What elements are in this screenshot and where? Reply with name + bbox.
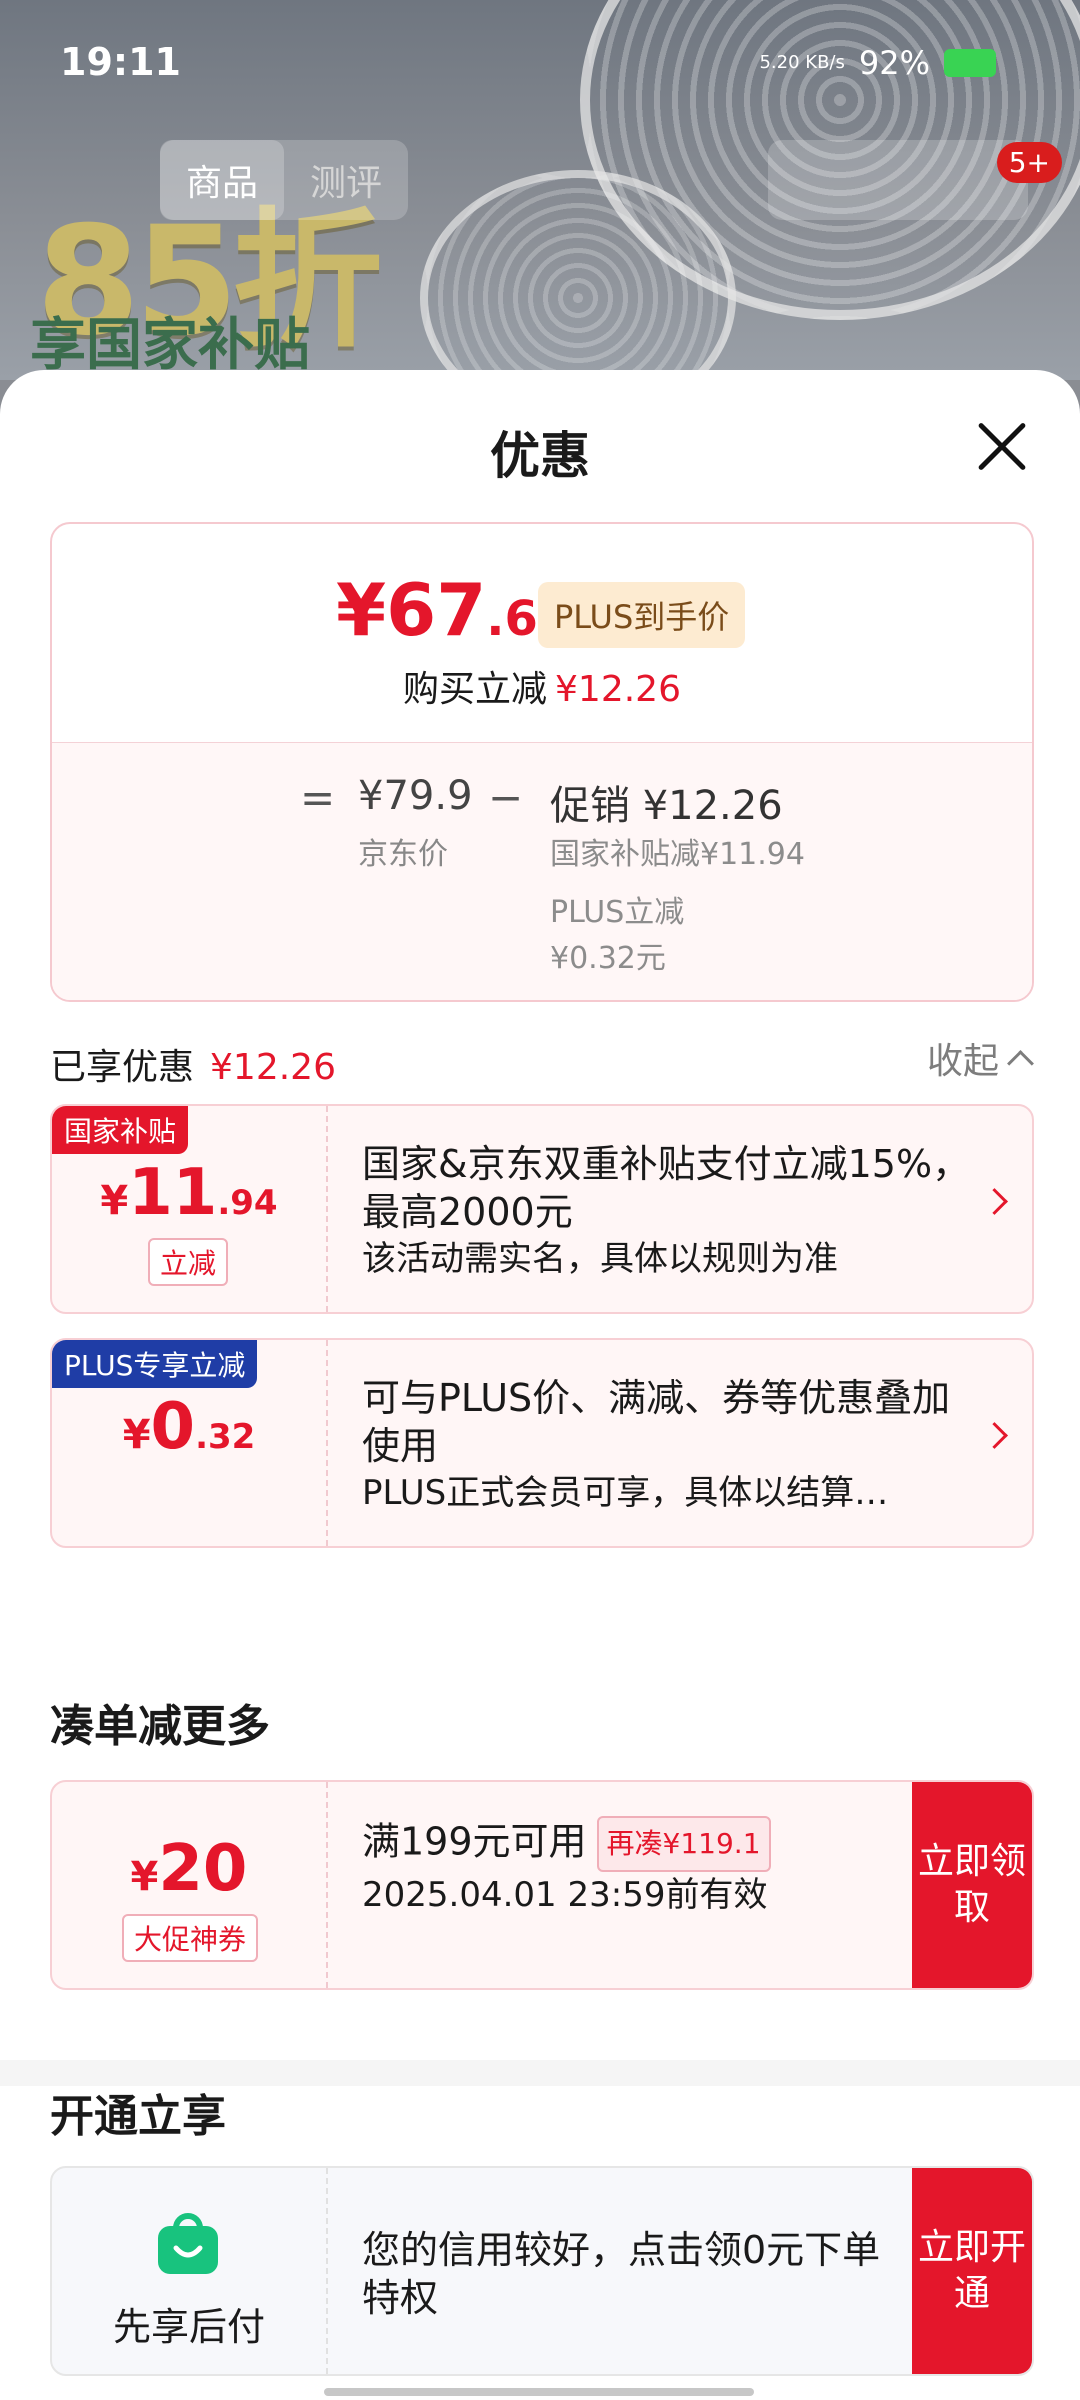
enable-button[interactable]: 立即开通 — [912, 2168, 1032, 2374]
pay-later-left: 先享后付 — [52, 2168, 328, 2374]
coupon-sub-tag: 大促神券 — [122, 1914, 259, 1962]
coupon-amount: ¥0.32 — [122, 1390, 256, 1464]
add-more-tag: 再凑¥119.1 — [596, 1816, 771, 1872]
network-speed: 5.20 KB/s — [759, 52, 845, 73]
battery-icon — [944, 49, 996, 77]
claim-button[interactable]: 立即领取 — [912, 1782, 1032, 1988]
battery-percent: 92% — [858, 44, 930, 82]
shopping-bag-icon — [158, 2213, 218, 2274]
national-subsidy-card[interactable]: 国家补贴 ¥11.94 立减 国家&京东双重补贴支付立减15%，最高2000元 … — [50, 1104, 1034, 1314]
pay-later-content: 您的信用较好，点击领0元下单特权 — [362, 2226, 892, 2322]
coupon-tag: 国家补贴 — [52, 1106, 189, 1154]
coupon-content: 可与PLUS价、满减、券等优惠叠加使用 PLUS正式会员可享，具体以结算… — [362, 1374, 972, 1516]
status-bar: 19:11 5.20 KB/s 92% — [0, 0, 1080, 120]
tab-product[interactable]: 商品 — [160, 140, 284, 220]
equals-sign: = — [300, 773, 336, 822]
minus-sign: − — [488, 773, 524, 822]
plus-final-price-tag: PLUS到手价 — [538, 582, 746, 648]
coupon-title: 满199元可用 再凑¥119.1 — [362, 1816, 892, 1872]
close-icon[interactable] — [974, 418, 1030, 474]
coupon-amount: ¥11.94 — [100, 1156, 278, 1230]
plus-detail-amount: ¥0.32元 — [550, 941, 666, 976]
coupon-left: ¥20 大促神券 — [52, 1782, 328, 1988]
final-price: ¥67.64 — [336, 568, 572, 652]
price-summary-card: ¥67.64 PLUS到手价 购买立减 ¥12.26 = ¥79.9 京东价 − … — [50, 522, 1034, 1002]
enjoyed-discount: 已享优惠 ¥12.26 — [50, 1047, 336, 1088]
coupon-validity: 2025.04.01 23:59前有效 — [362, 1875, 768, 1915]
promo-total: 促销 ¥12.26 — [550, 783, 783, 829]
message-badge: 5+ — [996, 142, 1062, 183]
subsidy-detail: 国家补贴减¥11.94 — [550, 837, 805, 872]
promo-coupon-card[interactable]: ¥20 大促神券 满199元可用 再凑¥119.1 2025.04.01 23:5… — [50, 1780, 1034, 1990]
more-discount-title: 凑单减更多 — [50, 1701, 270, 1752]
chevron-up-icon — [1007, 1049, 1034, 1077]
coupon-content: 满199元可用 再凑¥119.1 2025.04.01 23:59前有效 — [362, 1816, 892, 1918]
plus-exclusive-card[interactable]: PLUS专享立减 ¥0.32 可与PLUS价、满减、券等优惠叠加使用 PLUS正… — [50, 1338, 1034, 1548]
coupon-title: 可与PLUS价、满减、券等优惠叠加使用 — [362, 1376, 951, 1468]
plus-detail-label: PLUS立减 — [550, 895, 685, 930]
coupon-amount: ¥20 — [130, 1832, 248, 1906]
chevron-right-icon — [981, 1188, 1008, 1215]
status-indicators: 5.20 KB/s 92% — [759, 44, 996, 82]
home-indicator[interactable] — [324, 2388, 754, 2396]
chevron-right-icon — [981, 1422, 1008, 1449]
enable-title: 开通立享 — [50, 2091, 226, 2142]
discount-sheet: 优惠 ¥67.64 PLUS到手价 购买立减 ¥12.26 = ¥79.9 京东价… — [0, 370, 1080, 2400]
coupon-title: 国家&京东双重补贴支付立减15%，最高2000元 — [362, 1142, 971, 1234]
coupon-tag: PLUS专享立减 — [52, 1340, 258, 1388]
pay-later-text: 您的信用较好，点击领0元下单特权 — [362, 2228, 881, 2320]
pay-later-label: 先享后付 — [112, 2305, 265, 2349]
tab-review[interactable]: 测评 — [284, 154, 408, 206]
top-actions-pill[interactable] — [768, 140, 1028, 220]
status-time: 19:11 — [60, 40, 181, 84]
pay-later-card[interactable]: 先享后付 您的信用较好，点击领0元下单特权 立即开通 — [50, 2166, 1034, 2376]
product-tabs: 商品 测评 — [160, 140, 408, 220]
coupon-left: PLUS专享立减 ¥0.32 — [52, 1340, 328, 1546]
jd-price-label: 京东价 — [358, 837, 448, 872]
price-top: ¥67.64 PLUS到手价 购买立减 ¥12.26 — [52, 524, 1032, 742]
coupon-desc: 该活动需实名，具体以规则为准 — [362, 1239, 838, 1279]
price-breakdown: = ¥79.9 京东价 − 促销 ¥12.26 国家补贴减¥11.94 PLUS… — [52, 742, 1032, 1000]
collapse-button[interactable]: 收起 — [927, 1032, 1034, 1084]
jd-price: ¥79.9 — [358, 773, 473, 819]
promo-subsidy-text: 享国家补贴 — [30, 313, 310, 378]
coupon-desc: PLUS正式会员可享，具体以结算… — [362, 1473, 889, 1513]
buy-reduce: 购买立减 ¥12.26 — [403, 669, 681, 710]
coupon-left: 国家补贴 ¥11.94 立减 — [52, 1106, 328, 1312]
coupon-content: 国家&京东双重补贴支付立减15%，最高2000元 该活动需实名，具体以规则为准 — [362, 1140, 972, 1282]
sheet-title: 优惠 — [490, 427, 590, 485]
coupon-sub-tag: 立减 — [148, 1238, 229, 1286]
